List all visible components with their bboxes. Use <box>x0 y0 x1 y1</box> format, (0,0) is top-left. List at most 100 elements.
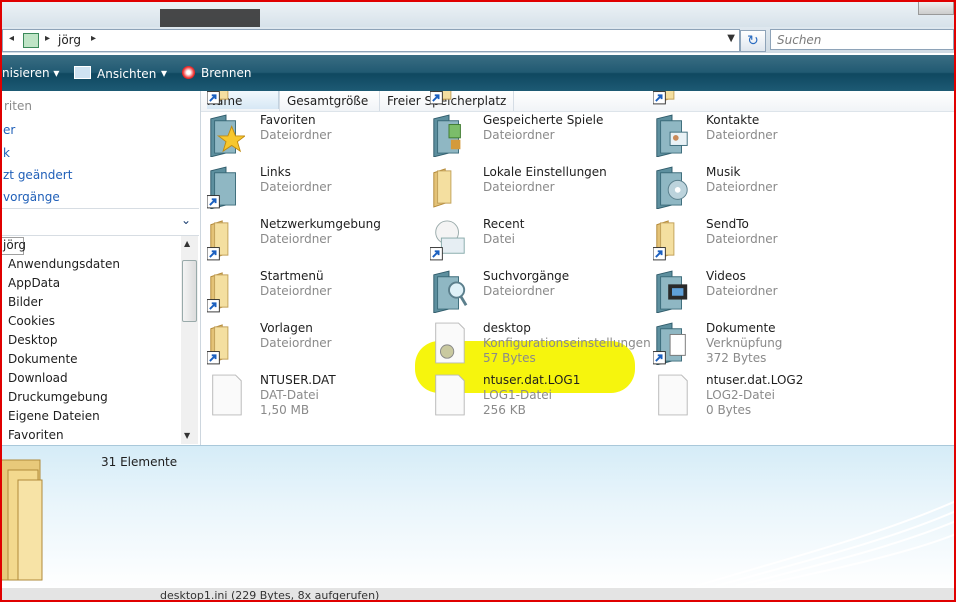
navigation-pane: riten er k zt geändert vorgänge ⌄ jörg A… <box>0 91 201 445</box>
tree-item[interactable]: Download <box>8 371 68 385</box>
file-tile[interactable]: ntuser.dat.LOG2 LOG2-Datei 0 Bytes <box>647 371 870 421</box>
file-name: Musik <box>706 165 741 179</box>
folder-shortcut-icon <box>207 91 229 105</box>
window-controls[interactable] <box>918 0 954 15</box>
file-tile[interactable]: Startmenü Dateiordner <box>201 267 424 317</box>
file-type: LOG2-Datei <box>706 388 775 402</box>
views-dropdown-icon[interactable]: ▾ <box>161 66 167 80</box>
burn-label: Brennen <box>201 66 252 80</box>
documents-shortcut-icon <box>653 322 686 365</box>
breadcrumb[interactable]: jörg <box>58 33 81 47</box>
tree-item[interactable]: Bilder <box>8 295 43 309</box>
chevron-right-icon[interactable]: ▸ <box>91 33 96 44</box>
title-bar <box>0 0 956 27</box>
file-tile[interactable]: Vorlagen Dateiordner <box>201 319 424 369</box>
nav-link[interactable]: k <box>3 146 10 160</box>
file-icon <box>435 374 465 416</box>
address-dropdown-icon[interactable]: ▼ <box>727 33 735 44</box>
file-name: ntuser.dat.LOG2 <box>706 373 804 387</box>
tree-item[interactable]: Druckumgebung <box>8 390 108 404</box>
scroll-down-icon[interactable]: ▼ <box>184 431 190 440</box>
file-type: Dateiordner <box>260 180 332 194</box>
chevron-right-icon[interactable]: ▸ <box>45 33 50 44</box>
address-row: ◂ ▸ jörg ▸ ▼ ↻ Suchen <box>0 27 956 53</box>
tree-item[interactable]: Favoriten <box>8 428 64 442</box>
saved-games-icon <box>433 114 461 157</box>
tree-scrollbar[interactable]: ▲ ▼ <box>181 236 198 444</box>
nav-link-searches[interactable]: vorgänge <box>3 190 60 204</box>
file-size: 372 Bytes <box>706 351 767 365</box>
file-type: LOG1-Datei <box>483 388 552 402</box>
file-name: NTUSER.DAT <box>260 373 336 387</box>
file-tile[interactable]: Videos Dateiordner <box>647 267 870 317</box>
chevron-down-icon[interactable]: ⌄ <box>181 213 191 227</box>
burn-icon <box>182 66 195 79</box>
file-name: Suchvorgänge <box>483 269 570 283</box>
file-tile[interactable]: ntuser.dat.LOG1 LOG1-Datei 256 KB <box>424 371 647 421</box>
folder-stack-icon <box>0 459 43 581</box>
folder-shortcut-icon <box>207 324 229 365</box>
file-tile[interactable]: Gespeicherte Spiele Dateiordner <box>424 111 647 161</box>
file-type: Dateiordner <box>706 128 778 142</box>
file-tile[interactable]: SendTo Dateiordner <box>647 215 870 265</box>
tree-item[interactable]: AppData <box>8 276 60 290</box>
folder-shortcut-icon <box>653 91 675 105</box>
folder-shortcut-icon <box>207 272 229 313</box>
back-chevron-icon[interactable]: ◂ <box>9 33 14 44</box>
search-input[interactable]: Suchen <box>770 29 954 50</box>
command-bar: nisieren ▾ Ansichten ▾ Brennen <box>0 55 956 91</box>
file-name: Favoriten <box>260 113 316 127</box>
file-name: desktop <box>483 321 531 335</box>
file-type: Dateiordner <box>706 284 778 298</box>
refresh-icon[interactable]: ↻ <box>740 30 766 52</box>
scroll-up-icon[interactable]: ▲ <box>184 239 190 248</box>
file-name: Netzwerkumgebung <box>260 217 381 231</box>
file-size: 1,50 MB <box>260 403 310 417</box>
file-tile[interactable]: Netzwerkumgebung Dateiordner <box>201 215 424 265</box>
window-title-redacted <box>160 9 260 27</box>
file-tile[interactable]: NTUSER.DAT DAT-Datei 1,50 MB <box>201 371 424 421</box>
file-tile[interactable]: Suchvorgänge Dateiordner <box>424 267 647 317</box>
file-tile[interactable]: Dateiordner <box>424 91 647 109</box>
burn-button[interactable]: Brennen <box>182 66 251 80</box>
file-type: Datei <box>483 232 516 246</box>
views-icon <box>74 66 91 79</box>
organize-button[interactable]: nisieren ▾ <box>2 66 59 80</box>
scroll-thumb[interactable] <box>182 260 197 322</box>
tree-item[interactable]: Desktop <box>8 333 58 347</box>
file-name: Gespeicherte Spiele <box>483 113 604 127</box>
views-button[interactable]: Ansichten <box>74 66 156 81</box>
tree-item[interactable]: Dokumente <box>8 352 78 366</box>
file-tile[interactable]: Favoriten Dateiordner <box>201 111 424 161</box>
folders-header[interactable]: ⌄ <box>0 208 199 236</box>
file-type: Dateiordner <box>260 128 332 142</box>
file-tile[interactable]: Kontakte Dateiordner <box>647 111 870 161</box>
tree-item[interactable]: Eigene Dateien <box>8 409 100 423</box>
file-tile[interactable]: Recent Datei <box>424 215 647 265</box>
file-name: Links <box>260 165 291 179</box>
tree-item[interactable]: Anwendungsdaten <box>8 257 120 271</box>
file-tile[interactable]: desktop Konfigurationseinstellungen 57 Byt… <box>424 319 651 369</box>
tree-item-selected[interactable]: jörg <box>0 237 26 255</box>
file-tile[interactable]: Lokale Einstellungen Dateiordner <box>424 163 647 213</box>
folder-shortcut-icon <box>207 220 229 261</box>
file-tile[interactable]: Links Dateiordner <box>201 163 424 213</box>
tree-item[interactable]: Cookies <box>8 314 55 328</box>
file-tile[interactable]: Dokumente Verknüpfung 372 Bytes <box>647 319 870 369</box>
organize-label: nisieren <box>2 66 50 80</box>
file-type: Dateiordner <box>260 232 332 246</box>
file-name: Videos <box>706 269 746 283</box>
search-folder-icon <box>433 270 468 313</box>
file-tile[interactable]: Dateiordner <box>201 91 424 109</box>
address-bar[interactable]: ◂ ▸ jörg ▸ ▼ <box>2 29 740 52</box>
file-tile[interactable]: Dateiordner <box>647 91 870 109</box>
file-type: DAT-Datei <box>260 388 319 402</box>
file-type: Dateiordner <box>260 284 332 298</box>
file-name: Kontakte <box>706 113 760 127</box>
file-tile[interactable]: Musik Dateiordner <box>647 163 870 213</box>
file-type: Dateiordner <box>483 284 555 298</box>
config-file-icon <box>435 322 465 364</box>
nav-link[interactable]: er <box>3 123 15 137</box>
nav-link-recently-changed[interactable]: zt geändert <box>3 168 72 182</box>
file-type: Dateiordner <box>483 128 555 142</box>
